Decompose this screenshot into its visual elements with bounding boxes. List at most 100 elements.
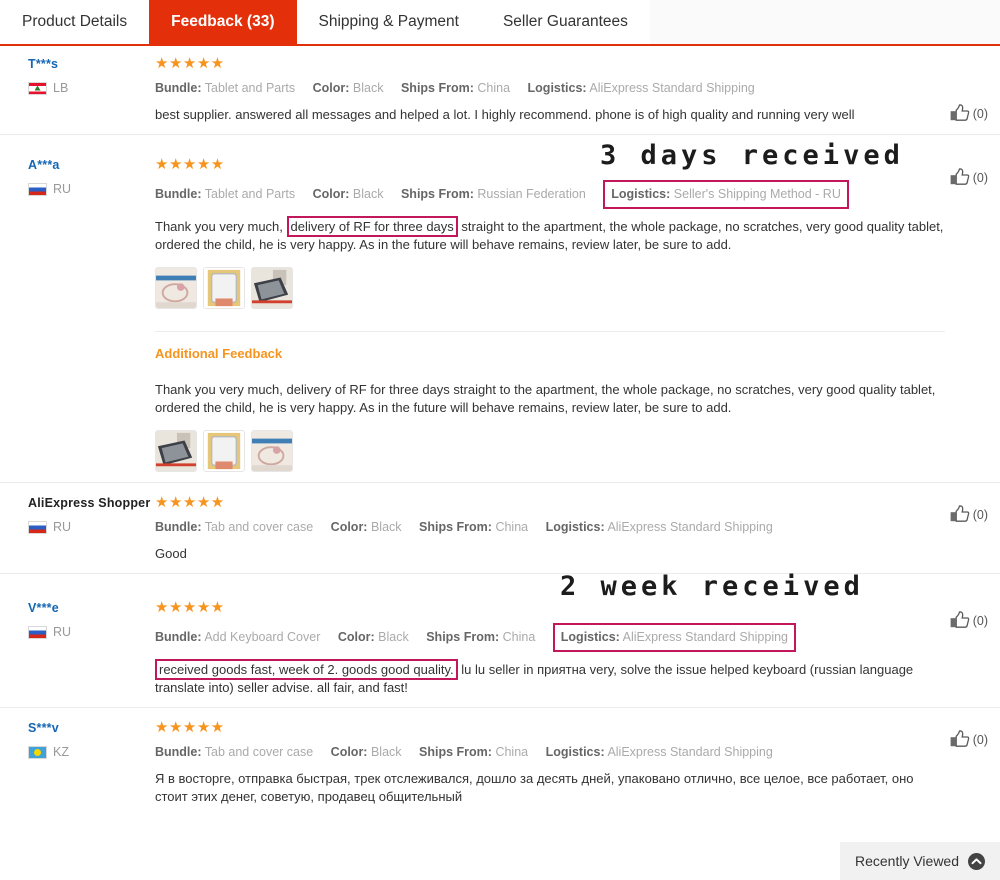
helpful-button[interactable]: (0) <box>948 730 988 750</box>
ru-flag-icon <box>28 182 47 196</box>
attr-ships-from: Ships From: China <box>419 518 528 536</box>
attr-bundle-label: Bundle: <box>155 745 202 759</box>
attr-logistics-highlighted: Logistics: AliExpress Standard Shipping <box>552 623 796 652</box>
tab-shipping-payment[interactable]: Shipping & Payment <box>296 0 481 44</box>
additional-feedback-text: Thank you very much, delivery of RF for … <box>155 382 936 415</box>
star-rating: ★★★★★ <box>155 494 225 511</box>
attr-ships-from: Ships From: China <box>419 743 528 761</box>
reviewer-name[interactable]: V***e <box>28 601 155 616</box>
attr-ships-from-value: China <box>477 81 511 95</box>
attr-logistics-label: Logistics: <box>527 81 587 95</box>
attr-logistics-highlighted: Logistics: Seller's Shipping Method - RU <box>603 180 849 209</box>
helpful-button[interactable]: (0) <box>948 611 988 631</box>
attr-logistics-label: Logistics: <box>545 745 605 759</box>
tab-feedback[interactable]: Feedback (33) <box>149 0 297 44</box>
attr-logistics-value: AliExpress Standard Shipping <box>607 745 773 759</box>
helpful-button[interactable]: (0) <box>948 104 988 124</box>
review-thumbnail[interactable] <box>203 430 245 472</box>
order-attributes: Bundle: Tab and cover case Color: Black … <box>155 743 980 761</box>
attr-bundle-value: Tab and cover case <box>204 745 314 759</box>
order-attributes: Bundle: Add Keyboard Cover Color: Black … <box>155 623 980 652</box>
kz-flag-icon <box>28 745 47 759</box>
attr-ships-from: Ships From: Russian Federation <box>401 185 586 203</box>
chevron-up-icon[interactable] <box>968 852 986 870</box>
attr-ships-from: Ships From: China <box>426 628 535 646</box>
attr-logistics-label: Logistics: <box>611 187 671 201</box>
attr-logistics-value: AliExpress Standard Shipping <box>589 81 755 95</box>
additional-feedback-thumbnails <box>155 430 945 472</box>
attr-logistics-value: Seller's Shipping Method - RU <box>673 187 841 201</box>
helpful-button[interactable]: (0) <box>948 168 988 188</box>
attr-color: Color: Black <box>313 79 384 97</box>
lb-flag-icon <box>28 81 47 95</box>
tab-seller-guarantees[interactable]: Seller Guarantees <box>480 0 650 44</box>
attr-bundle: Bundle: Tablet and Parts <box>155 79 295 97</box>
review-thumbnail[interactable] <box>155 267 197 309</box>
reviewer-country: RU <box>28 182 155 196</box>
attr-color-value: Black <box>370 745 402 759</box>
attr-ships-from-value: China <box>495 745 529 759</box>
reviewer-country: LB <box>28 81 155 95</box>
reviewer-country: RU <box>28 520 155 534</box>
attr-ships-from-label: Ships From: <box>419 520 492 534</box>
annotation-2-week-received: 2 week received <box>560 571 864 602</box>
attr-ships-from: Ships From: China <box>401 79 510 97</box>
review-thumbnail[interactable] <box>203 267 245 309</box>
attr-ships-from-value: China <box>502 630 536 644</box>
attr-color-value: Black <box>352 81 384 95</box>
helpful-button[interactable]: (0) <box>948 505 988 525</box>
ru-flag-icon <box>28 520 47 534</box>
attr-ships-from-value: China <box>495 520 529 534</box>
reviewer-country: RU <box>28 625 155 639</box>
attr-bundle: Bundle: Add Keyboard Cover <box>155 628 320 646</box>
star-rating: ★★★★★ <box>155 719 225 736</box>
review-item: 3 days received A***a RU ★★★★★ Bundle: T… <box>0 134 1000 482</box>
review-item: S***v KZ ★★★★★ Bundle: Tab and cover cas… <box>0 707 1000 816</box>
reviewer-name[interactable]: A***a <box>28 158 155 173</box>
reviewer-name[interactable]: T***s <box>28 57 155 72</box>
reviewer-country: KZ <box>28 745 155 759</box>
attr-bundle: Bundle: Tab and cover case <box>155 743 313 761</box>
attr-bundle-value: Tablet and Parts <box>204 187 296 201</box>
attr-bundle-value: Tablet and Parts <box>204 81 296 95</box>
attr-bundle-label: Bundle: <box>155 187 202 201</box>
attr-color-value: Black <box>370 520 402 534</box>
ru-flag-icon <box>28 625 47 639</box>
attr-color-value: Black <box>378 630 409 644</box>
attr-ships-from-label: Ships From: <box>400 81 474 95</box>
attr-bundle-value: Add Keyboard Cover <box>204 630 321 644</box>
additional-feedback-section: Additional Feedback Thank you very much,… <box>155 331 945 472</box>
reviewer-name[interactable]: S***v <box>28 721 155 736</box>
photo-tablet-icon <box>156 431 196 471</box>
photo-box-icon <box>204 431 244 471</box>
attr-bundle: Bundle: Tab and cover case <box>155 518 313 536</box>
review-thumbnail[interactable] <box>155 430 197 472</box>
thumbs-up-icon <box>950 505 970 522</box>
review-text-pre: Thank you very much, <box>155 219 287 234</box>
review-thumbnail[interactable] <box>251 267 293 309</box>
attr-color-label: Color: <box>330 520 368 534</box>
attr-color: Color: Black <box>331 518 402 536</box>
reviewer-name[interactable]: AliExpress Shopper <box>28 496 155 511</box>
review-text: Thank you very much, delivery of RF for … <box>155 216 945 254</box>
attr-ships-from-label: Ships From: <box>426 630 500 644</box>
recently-viewed-widget[interactable]: Recently Viewed <box>840 842 1000 880</box>
attr-logistics-value: AliExpress Standard Shipping <box>607 520 773 534</box>
review-text: received goods fast, week of 2. goods go… <box>155 659 945 697</box>
attr-color-label: Color: <box>312 187 350 201</box>
country-code: RU <box>53 625 72 639</box>
additional-feedback-title: Additional Feedback <box>155 346 283 361</box>
reviewer-info: A***a RU <box>0 157 155 196</box>
attr-bundle-label: Bundle: <box>155 630 202 644</box>
attr-bundle-label: Bundle: <box>155 81 202 95</box>
attr-bundle: Bundle: Tablet and Parts <box>155 185 295 203</box>
tab-product-details[interactable]: Product Details <box>0 0 150 44</box>
order-attributes: Bundle: Tab and cover case Color: Black … <box>155 518 980 536</box>
review-thumbnail[interactable] <box>251 430 293 472</box>
attr-logistics: Logistics: AliExpress Standard Shipping <box>528 79 755 97</box>
attr-color-label: Color: <box>330 745 368 759</box>
attr-color: Color: Black <box>338 628 409 646</box>
review-text: best supplier. answered all messages and… <box>155 107 855 122</box>
attr-logistics-value: AliExpress Standard Shipping <box>622 630 788 644</box>
star-rating: ★★★★★ <box>155 55 225 72</box>
